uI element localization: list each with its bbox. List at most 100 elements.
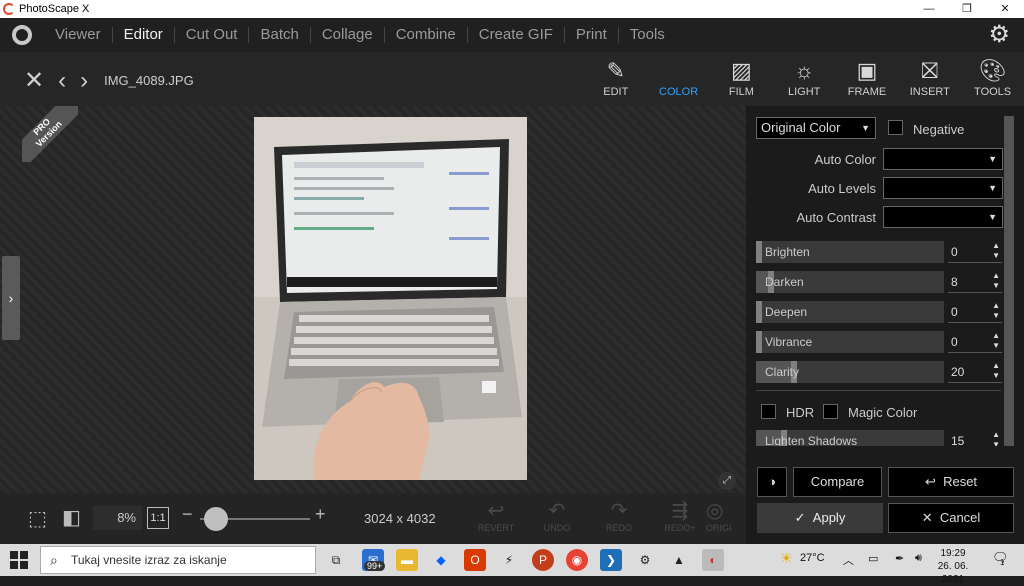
menu-viewer[interactable]: Viewer (44, 27, 112, 43)
home-logo-button[interactable] (0, 18, 44, 52)
redo-plus-button[interactable]: ⇶ REDO+ (650, 499, 710, 533)
previous-image-icon[interactable]: ‹ (58, 67, 66, 95)
pen-icon[interactable]: ✒ (895, 552, 904, 565)
tab-insert[interactable]: ⛝ INSERT (898, 56, 961, 98)
zoom-slider-knob[interactable] (204, 507, 228, 531)
photoscape-taskbar-icon[interactable]: ◐ (702, 549, 724, 571)
expand-sidebar-button[interactable]: › (2, 256, 20, 340)
deepen-value-input[interactable]: 0 ▲ ▼ (948, 301, 1002, 323)
crop-select-icon[interactable]: ⬚ (28, 506, 47, 531)
chevron-down-icon: ▼ (988, 212, 997, 222)
lighten-shadows-value: 15 (951, 434, 965, 446)
hdr-checkbox[interactable] (761, 404, 776, 419)
spinner-arrows-icon[interactable]: ▲ ▼ (992, 430, 1000, 446)
brighten-slider[interactable]: Brighten (756, 241, 944, 263)
panel-scrollbar[interactable] (1004, 116, 1014, 446)
close-window-button[interactable]: ✕ (986, 0, 1024, 18)
weather-temperature[interactable]: 27°C (800, 552, 825, 564)
tab-film[interactable]: ▨ FILM (710, 56, 773, 98)
undo-button[interactable]: ↶ UNDO (527, 499, 587, 533)
color-preset-value: Original Color (761, 120, 841, 135)
redo-plus-icon: ⇶ (671, 500, 689, 522)
vscode-icon[interactable]: ❯ (600, 549, 622, 571)
split-view-button[interactable]: ◑ (757, 467, 787, 497)
compare-split-icon[interactable]: ◧ (62, 505, 81, 530)
brighten-label: Brighten (765, 245, 810, 259)
spinner-arrows-icon[interactable]: ▲ ▼ (992, 241, 1000, 261)
magic-color-checkbox[interactable] (823, 404, 838, 419)
close-image-icon[interactable]: ✕ (24, 66, 44, 95)
zoom-level[interactable]: 8% (93, 506, 142, 530)
battery-icon[interactable]: ▭ (868, 552, 878, 565)
spinner-arrows-icon[interactable]: ▲ ▼ (992, 271, 1000, 291)
darken-slider[interactable]: Darken (756, 271, 944, 293)
clarity-slider[interactable]: Clarity (756, 361, 944, 383)
vibrance-slider[interactable]: Vibrance (756, 331, 944, 353)
pro-version-badge[interactable]: PRO Version (22, 106, 78, 162)
compare-button[interactable]: Compare (793, 467, 882, 497)
auto-color-dropdown[interactable]: ▼ (883, 148, 1003, 170)
office-icon[interactable]: O (464, 549, 486, 571)
weather-icon: ☀ (780, 550, 793, 566)
menu-combine[interactable]: Combine (383, 27, 467, 43)
reset-button[interactable]: ↩ Reset (888, 467, 1014, 497)
menu-cut-out[interactable]: Cut Out (173, 27, 249, 43)
vibrance-value-input[interactable]: 0 ▲ ▼ (948, 331, 1002, 353)
lighten-shadows-clip: Lighten Shadows 15 ▲ ▼ (746, 430, 1004, 446)
zoom-in-button[interactable]: + (315, 504, 326, 525)
cancel-button[interactable]: ✕ Cancel (888, 503, 1014, 533)
windows-start-icon[interactable] (10, 551, 28, 569)
settings-app-icon[interactable]: ⚙ (634, 549, 656, 571)
auto-levels-dropdown[interactable]: ▼ (883, 177, 1003, 199)
tab-frame[interactable]: ▣ FRAME (836, 56, 899, 98)
settings-gear-icon[interactable]: ⚙ (988, 22, 1010, 48)
spinner-arrows-icon[interactable]: ▲ ▼ (992, 331, 1000, 351)
powerpoint-icon[interactable]: P (532, 549, 554, 571)
tab-color[interactable]: COLOR (647, 56, 710, 98)
minimize-button[interactable]: — (910, 0, 948, 18)
menu-editor[interactable]: Editor (111, 27, 174, 43)
spinner-arrows-icon[interactable]: ▲ ▼ (992, 361, 1000, 381)
lighten-shadows-slider[interactable]: Lighten Shadows (756, 430, 944, 446)
menu-collage[interactable]: Collage (309, 27, 384, 43)
fullscreen-toggle-icon[interactable]: ⤢ (718, 472, 736, 490)
apply-button[interactable]: ✓ Apply (757, 503, 883, 533)
next-image-icon[interactable]: › (80, 67, 88, 95)
menu-create-gif[interactable]: Create GIF (466, 27, 564, 43)
tab-tools[interactable]: 🎨︎ TOOLS (961, 56, 1024, 98)
volume-icon[interactable]: 🔊︎ (915, 552, 922, 565)
redo-button[interactable]: ↷ REDO (589, 499, 649, 533)
redo-icon: ↷ (610, 500, 628, 522)
menu-batch[interactable]: Batch (248, 27, 309, 43)
lightning-app-icon[interactable]: ⚡ (498, 549, 520, 571)
darken-value-input[interactable]: 8 ▲ ▼ (948, 271, 1002, 293)
brighten-value-input[interactable]: 0 ▲ ▼ (948, 241, 1002, 263)
color-preset-dropdown[interactable]: Original Color ▼ (756, 117, 876, 139)
lighten-shadows-label: Lighten Shadows (765, 434, 858, 446)
tray-chevron-up-icon[interactable]: ︿ (843, 552, 854, 568)
menu-print[interactable]: Print (563, 27, 618, 43)
menu-tools[interactable]: Tools (617, 27, 676, 43)
file-explorer-icon[interactable]: ▬ (396, 549, 418, 571)
lighten-shadows-value-input[interactable]: 15 ▲ ▼ (948, 430, 1002, 446)
inkscape-icon[interactable]: ▲ (668, 549, 690, 571)
taskbar-clock[interactable]: 19:29 26. 06. 2021 (930, 547, 976, 586)
dropbox-icon[interactable]: ◆ (430, 549, 452, 571)
film-icon: ▨ (731, 58, 752, 83)
task-view-icon[interactable]: ⧉ (325, 549, 347, 571)
original-button[interactable]: ◎ ORIGI (706, 499, 746, 533)
clarity-value-input[interactable]: 20 ▲ ▼ (948, 361, 1002, 383)
auto-contrast-dropdown[interactable]: ▼ (883, 206, 1003, 228)
tab-light[interactable]: ☼ LIGHT (773, 56, 836, 98)
spinner-arrows-icon[interactable]: ▲ ▼ (992, 301, 1000, 321)
maximize-button[interactable]: ❐ (948, 0, 986, 18)
reset-icon: ↩ (924, 474, 936, 489)
taskbar-search-input[interactable]: ⌕ Tukaj vnesite izraz za iskanje (40, 546, 316, 574)
tab-edit[interactable]: ✎ EDIT (584, 56, 647, 98)
zoom-out-button[interactable]: − (182, 504, 193, 525)
negative-checkbox[interactable] (888, 120, 903, 135)
deepen-slider[interactable]: Deepen (756, 301, 944, 323)
chrome-icon[interactable]: ◉ (566, 549, 588, 571)
revert-button[interactable]: ↩ REVERT (466, 499, 526, 533)
actual-size-button[interactable]: 1:1 (147, 507, 169, 529)
